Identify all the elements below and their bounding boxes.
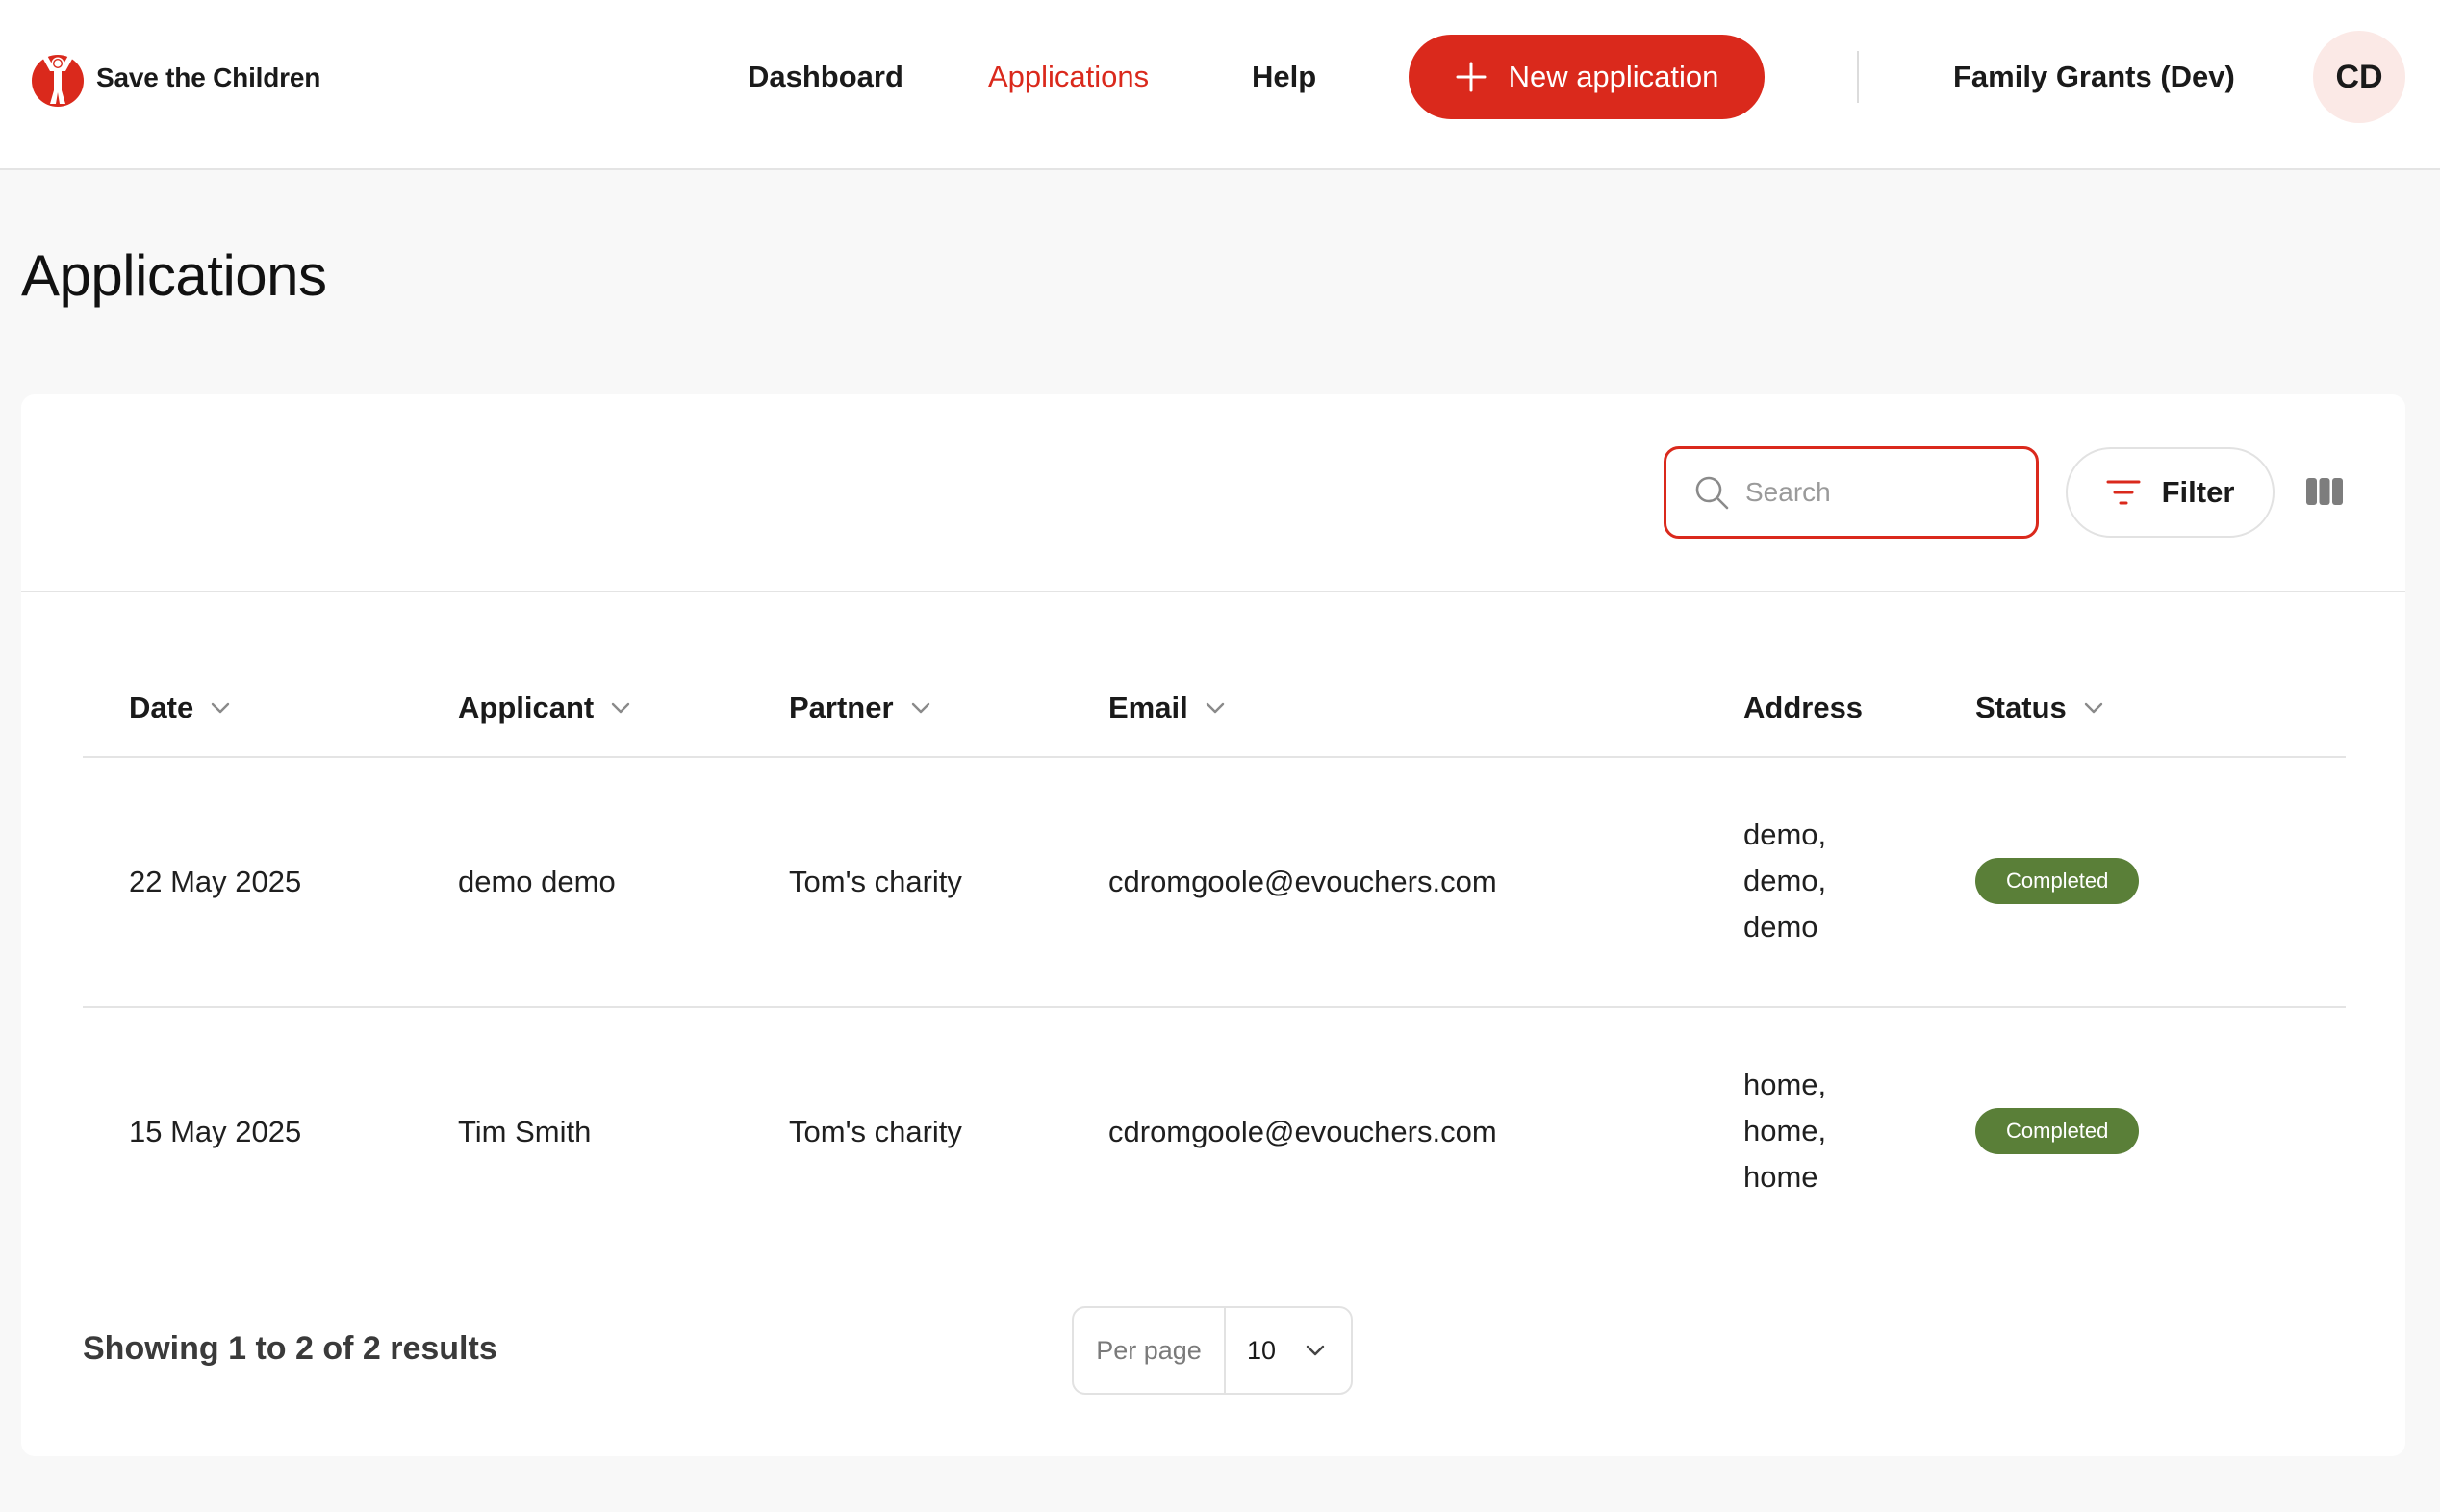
column-header-label: Email — [1108, 691, 1188, 724]
column-header-applicant[interactable]: Applicant — [458, 687, 632, 729]
chevron-down-icon — [612, 702, 630, 714]
chevron-down-icon — [2084, 702, 2102, 714]
search-box[interactable] — [1664, 446, 2039, 539]
search-input[interactable] — [1745, 477, 2005, 508]
page-title: Applications — [21, 243, 327, 308]
plus-icon — [1456, 62, 1487, 92]
columns-toggle-icon[interactable] — [2305, 477, 2344, 506]
nav-help[interactable]: Help — [1252, 54, 1316, 100]
chevron-down-icon — [1306, 1345, 1325, 1356]
cell-applicant: Tim Smith — [458, 1115, 592, 1148]
filter-label: Filter — [2161, 475, 2235, 509]
column-header-date[interactable]: Date — [129, 687, 232, 729]
cell-partner: Tom's charity — [789, 865, 962, 898]
applications-card: Filter Date Applicant Partner Email — [21, 394, 2405, 1456]
column-header-label: Applicant — [458, 691, 595, 724]
column-header-partner[interactable]: Partner — [789, 687, 932, 729]
top-navigation-bar: Save the Children Dashboard Applications… — [0, 0, 2440, 170]
chevron-down-icon — [1206, 702, 1224, 714]
address-line: home, — [1743, 1114, 1827, 1147]
cell-partner: Tom's charity — [789, 1115, 962, 1148]
address-line: demo, — [1743, 864, 1827, 897]
cell-date: 15 May 2025 — [129, 1115, 302, 1148]
address-line: home — [1743, 1160, 1818, 1194]
address-line: demo — [1743, 910, 1818, 944]
new-application-button[interactable]: New application — [1409, 35, 1765, 119]
cell-address: home, home, home — [1743, 1062, 1826, 1200]
column-header-label: Partner — [789, 691, 894, 724]
cell-applicant: demo demo — [458, 865, 616, 898]
new-application-label: New application — [1508, 60, 1719, 93]
toolbar-divider — [21, 591, 2405, 592]
address-line: demo, — [1743, 818, 1827, 851]
status-badge: Completed — [1975, 1108, 2140, 1154]
per-page-select[interactable]: 10 — [1226, 1308, 1351, 1393]
filter-button[interactable]: Filter — [2066, 447, 2275, 538]
column-header-status[interactable]: Status — [1975, 687, 2105, 729]
table-row[interactable]: 15 May 2025 Tim Smith Tom's charity cdro… — [83, 1006, 2346, 1254]
results-summary: Showing 1 to 2 of 2 results — [83, 1330, 497, 1367]
chevron-down-icon — [911, 702, 929, 714]
applications-table: Date Applicant Partner Email Address Sta… — [83, 644, 2346, 1254]
column-header-label: Status — [1975, 691, 2067, 724]
search-icon — [1695, 476, 1729, 510]
per-page-control: Per page 10 — [1072, 1306, 1353, 1395]
cell-address: demo, demo, demo — [1743, 812, 1826, 950]
address-line: home, — [1743, 1068, 1827, 1101]
organisation-name[interactable]: Family Grants (Dev) — [1953, 54, 2235, 100]
chevron-down-icon — [212, 702, 230, 714]
cell-email: cdromgoole@evouchers.com — [1108, 865, 1497, 898]
table-row[interactable]: 22 May 2025 demo demo Tom's charity cdro… — [83, 758, 2346, 1006]
cell-email: cdromgoole@evouchers.com — [1108, 1115, 1497, 1148]
save-the-children-logo[interactable]: Save the Children — [29, 44, 320, 112]
user-avatar[interactable]: CD — [2313, 31, 2405, 123]
column-header-label: Address — [1743, 691, 1864, 724]
cell-date: 22 May 2025 — [129, 865, 302, 898]
nav-applications[interactable]: Applications — [988, 54, 1149, 100]
save-the-children-emblem-icon — [32, 52, 84, 107]
nav-dashboard[interactable]: Dashboard — [748, 54, 903, 100]
column-header-address: Address — [1743, 687, 1863, 729]
per-page-label: Per page — [1074, 1308, 1226, 1393]
header-divider — [1857, 51, 1859, 103]
status-badge: Completed — [1975, 858, 2140, 904]
logo-text: Save the Children — [96, 63, 321, 92]
per-page-value: 10 — [1247, 1335, 1277, 1365]
column-header-email[interactable]: Email — [1108, 687, 1227, 729]
filter-icon — [2106, 480, 2141, 505]
column-header-label: Date — [129, 691, 194, 724]
table-header: Date Applicant Partner Email Address Sta… — [83, 644, 2346, 758]
